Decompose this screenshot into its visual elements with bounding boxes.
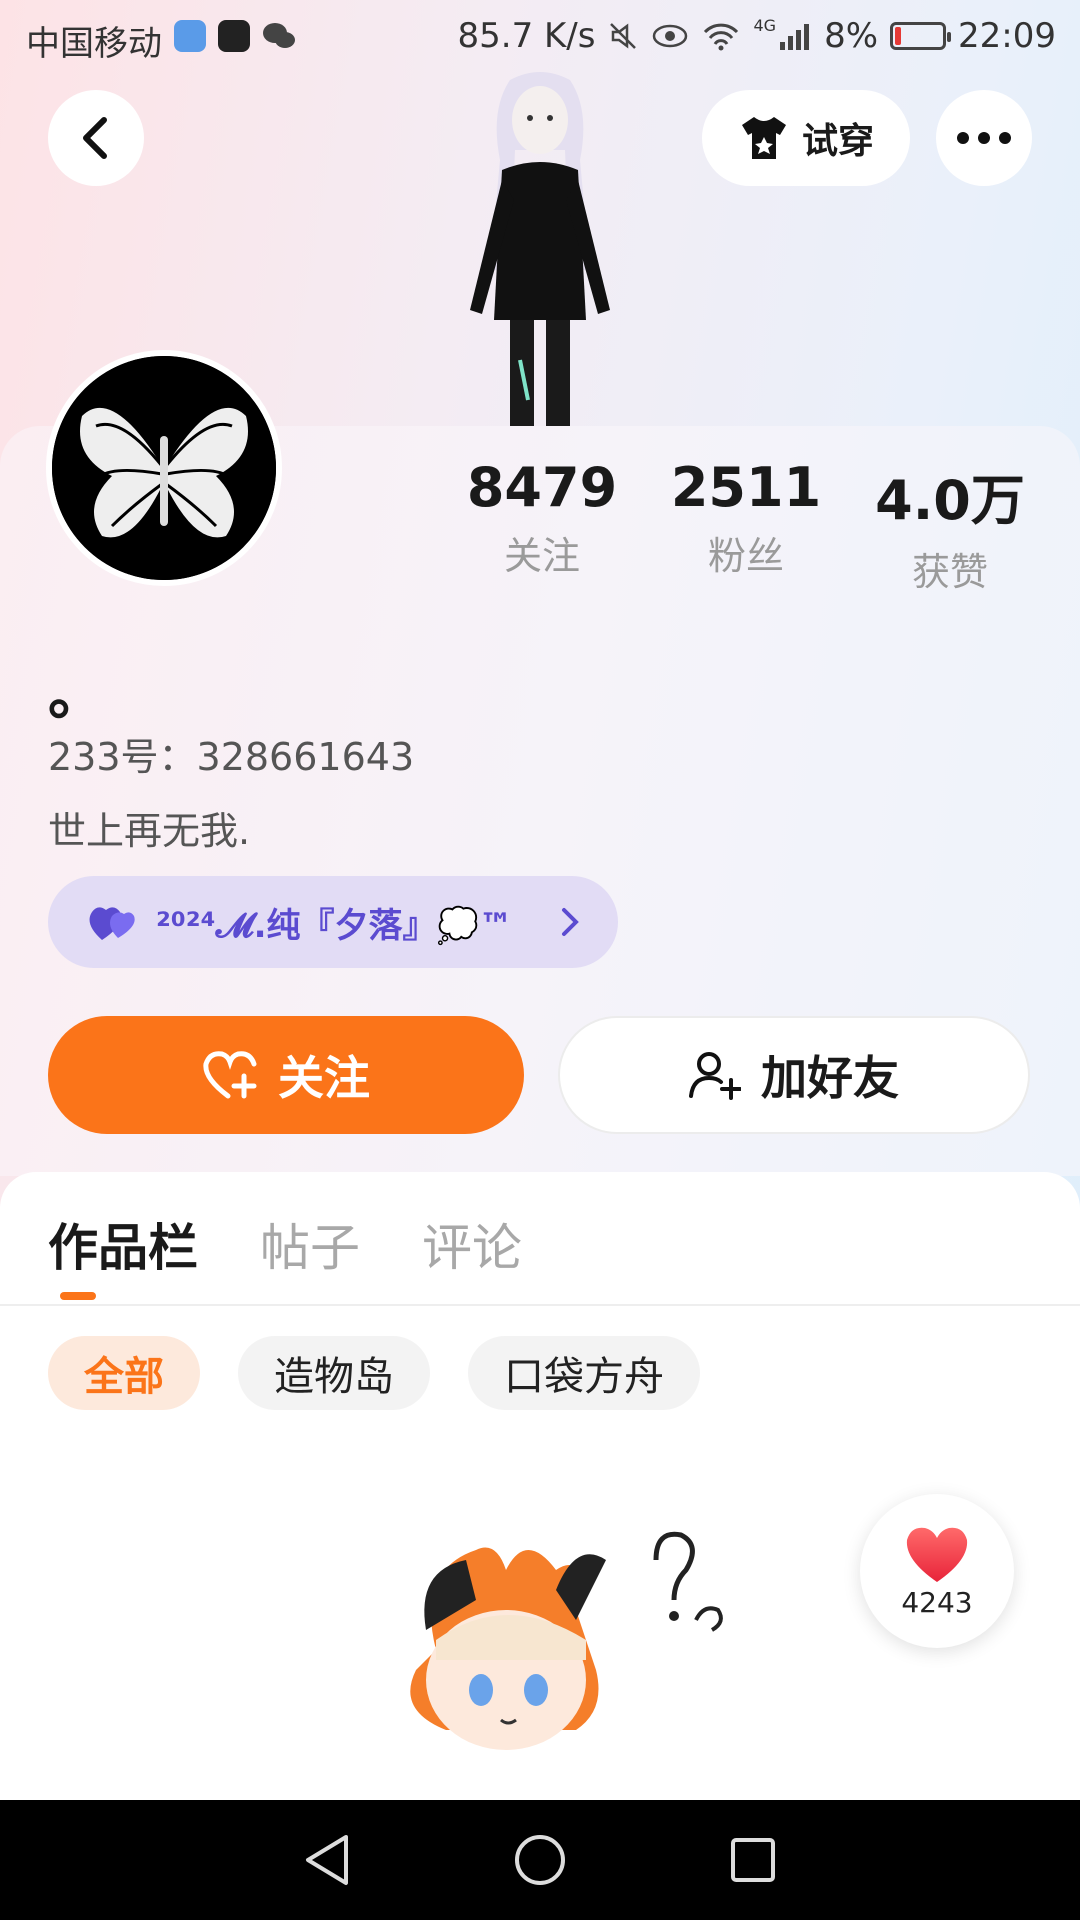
stat-label: 粉丝 (707, 534, 784, 578)
heart-icon (906, 1527, 968, 1582)
tab-comments[interactable]: 评论 (422, 1208, 522, 1280)
stat-followers[interactable]: 2511 粉丝 (644, 456, 848, 596)
nav-recents-button[interactable] (721, 1828, 785, 1892)
tab-posts[interactable]: 帖子 (260, 1208, 360, 1280)
follow-button[interactable]: 关注 (48, 1016, 524, 1134)
carrier-label: 中国移动 (26, 24, 162, 64)
tab-bar: 作品栏 帖子 评论 (48, 1208, 522, 1280)
chevron-right-icon (562, 908, 579, 936)
follow-label: 关注 (278, 1051, 370, 1105)
more-icon (957, 132, 1011, 144)
group-tag-label: ²⁰²⁴𝓜.纯『夕落』💭™ (156, 905, 513, 946)
nav-back-button[interactable] (295, 1828, 359, 1892)
net-speed: 85.7 K/s (457, 16, 596, 56)
battery-percent: 8% (824, 16, 879, 56)
stat-likes[interactable]: 4.0万 获赞 (848, 456, 1052, 596)
wechat-app-icon (262, 20, 295, 52)
back-button[interactable] (48, 90, 144, 186)
filter-zaowudao[interactable]: 造物岛 (238, 1336, 430, 1410)
butterfly-icon (52, 356, 276, 580)
network-type: 4G (753, 16, 777, 35)
system-nav-bar (0, 1800, 1080, 1920)
user-id: 233号：328661643 (48, 735, 415, 779)
active-tab-indicator (60, 1292, 96, 1300)
nav-recents-icon (731, 1838, 776, 1882)
status-bar: 中国移动 85.7 K/s 4G 8% 22:09 (0, 0, 1080, 76)
try-on-label: 试穿 (801, 121, 874, 162)
stat-following[interactable]: 8479 关注 (440, 456, 644, 596)
stat-value: 4.0万 (875, 469, 1025, 532)
wifi-icon (704, 23, 739, 51)
stat-label: 获赞 (911, 550, 988, 594)
stat-value: 8479 (466, 456, 618, 519)
character-avatar-image (470, 72, 610, 426)
filter-chips: 全部 造物岛 口袋方舟 (48, 1336, 700, 1410)
filter-all[interactable]: 全部 (48, 1336, 200, 1410)
tabs-divider (0, 1304, 1080, 1306)
battery-icon (890, 22, 952, 50)
back-icon (83, 117, 107, 159)
nav-home-icon (514, 1835, 565, 1885)
like-count: 4243 (901, 1585, 973, 1619)
add-user-icon (689, 1052, 741, 1100)
empty-state-mascot-image (410, 1531, 723, 1750)
avatar[interactable] (46, 350, 282, 586)
eye-icon (653, 24, 688, 48)
nav-home-button[interactable] (508, 1828, 572, 1892)
content-panel: 作品栏 帖子 评论 全部 造物岛 口袋方舟 4243 (0, 1172, 1080, 1800)
stat-label: 关注 (503, 534, 580, 578)
username: 。 (48, 663, 104, 728)
stat-value: 2511 (670, 456, 822, 519)
status-right: 85.7 K/s 4G 8% 22:09 (458, 16, 1057, 56)
stats-row: 8479 关注 2511 粉丝 4.0万 获赞 (440, 456, 1052, 596)
bio: 世上再无我. (48, 809, 251, 853)
add-friend-button[interactable]: 加好友 (558, 1016, 1030, 1134)
try-on-button[interactable]: 试穿 (702, 90, 910, 186)
add-friend-label: 加好友 (761, 1051, 899, 1105)
shield-app-icon (174, 20, 206, 52)
tshirt-icon (741, 117, 786, 159)
signal-icon (780, 24, 810, 50)
tab-works[interactable]: 作品栏 (48, 1208, 198, 1280)
capcut-app-icon (218, 20, 250, 52)
heart-plus-icon (203, 1051, 257, 1099)
like-bubble[interactable]: 4243 (860, 1494, 1014, 1648)
mute-icon (610, 23, 637, 49)
clock: 22:09 (958, 16, 1056, 56)
more-button[interactable] (936, 90, 1032, 186)
filter-pocket-ark[interactable]: 口袋方舟 (468, 1336, 700, 1410)
nav-back-icon (305, 1835, 348, 1885)
group-tag[interactable]: ²⁰²⁴𝓜.纯『夕落』💭™ (48, 876, 618, 968)
hearts-icon (89, 907, 135, 940)
